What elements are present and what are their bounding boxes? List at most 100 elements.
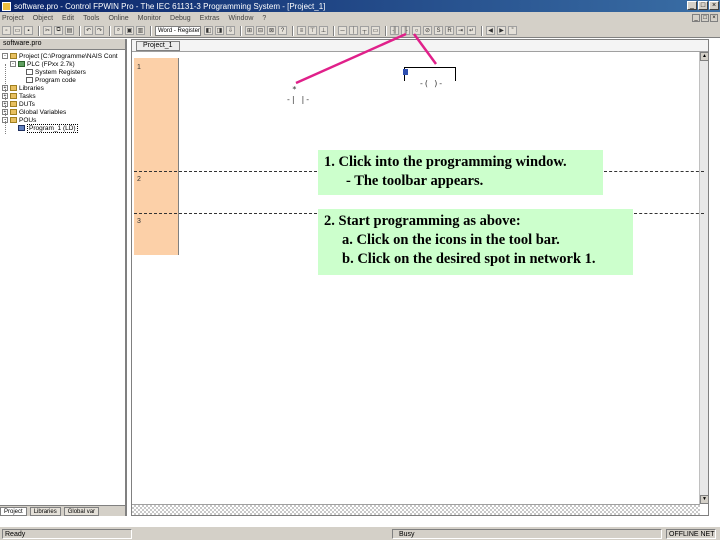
menu-edit[interactable]: Edit [62,15,74,22]
tab-libraries[interactable]: Libraries [29,506,61,516]
callout-1-line-2: - The toolbar appears. [346,173,484,189]
folder-icon [10,53,17,59]
menu-online[interactable]: Online [108,15,128,22]
ladder-editor[interactable]: Project_1 1 2 3 ▲ ▼ [131,39,709,516]
paste-icon[interactable]: ▤ [65,26,74,35]
output-var-icon[interactable]: ▶ [497,26,506,35]
doc-close-button[interactable]: × [710,14,718,22]
editor-tab-project-1[interactable]: Project_1 [136,41,180,51]
set-coil-icon[interactable]: S [434,26,443,35]
folder-icon [10,101,17,107]
comment-icon[interactable]: ” [508,26,517,35]
window-controls: _ □ × [687,1,719,10]
branch-icon[interactable]: ┬ [360,26,369,35]
callout-1-line-1: 1. Click into the programming window. [324,154,567,170]
redo-icon[interactable]: ↷ [95,26,104,35]
contact-no-icon[interactable]: ╢ [390,26,399,35]
toolbar-separator [38,25,40,36]
delete-network-icon[interactable]: ⊥ [319,26,328,35]
tab-project[interactable]: Project [0,506,27,516]
network-number-1[interactable]: 1 [137,64,141,71]
menu-help[interactable]: ? [262,15,266,22]
compile-icon[interactable]: ▣ [125,26,134,35]
close-button[interactable]: × [709,1,719,10]
power-rail [178,58,179,255]
minimize-button[interactable]: _ [687,1,697,10]
ld-icon[interactable]: ⊠ [267,26,276,35]
open-icon[interactable]: ▭ [13,26,22,35]
tree-item-libraries[interactable]: + Libraries [2,84,125,92]
tree-item-global-variables[interactable]: + Global Variables [2,108,125,116]
menu-monitor[interactable]: Monitor [138,15,161,22]
save-icon[interactable]: ▪ [24,26,33,35]
toolbar-separator [481,25,483,36]
menu-object[interactable]: Object [33,15,53,22]
tree-item-tasks[interactable]: + Tasks [2,92,125,100]
navigator-tabs: Project Libraries Global var [0,505,125,516]
tree-item-program-1[interactable]: Program_1 (LD) [2,123,125,133]
insert-network-icon[interactable]: ⊤ [308,26,317,35]
monitor-mode-combo[interactable]: Word - Register [155,25,201,36]
input-var-icon[interactable]: ◀ [486,26,495,35]
contact-nc-icon[interactable]: ╟ [401,26,410,35]
tree-item-label: PLC (FPxx 2.7k) [27,60,75,68]
tree-item-system-registers[interactable]: System Registers [2,68,125,76]
doc-minimize-button[interactable]: _ [692,14,700,22]
table-icon[interactable]: ⊟ [256,26,265,35]
cut-icon[interactable]: ✂ [43,26,52,35]
vertical-scrollbar[interactable]: ▲ ▼ [699,52,709,504]
build-icon[interactable]: ▥ [136,26,145,35]
collapse-icon[interactable]: - [2,53,8,59]
download-icon[interactable]: ⇩ [226,26,235,35]
network-number-2[interactable]: 2 [137,176,141,183]
find-icon[interactable]: ⌕ [114,26,123,35]
network-number-3[interactable]: 3 [137,218,141,225]
project-navigator: software.pro - Project [C:\Programme\NAI… [0,39,127,516]
status-ready: Ready [2,528,132,539]
scroll-up-icon[interactable]: ▲ [700,52,709,61]
tree-item-program-code[interactable]: Program code [2,76,125,84]
callout-2-line-3: b. Click on the desired spot in network … [342,251,596,267]
coil-icon[interactable]: ○ [412,26,421,35]
reset-coil-icon[interactable]: R [445,26,454,35]
function-icon[interactable]: ▭ [371,26,380,35]
contact-symbol[interactable]: -| |- [286,95,310,104]
maximize-button[interactable]: □ [698,1,708,10]
tree-item-project[interactable]: - Project [C:\Programme\NAIS Cont [2,52,125,60]
undo-icon[interactable]: ↶ [84,26,93,35]
menu-tools[interactable]: Tools [83,15,99,22]
network-separator [604,171,704,172]
jump-icon[interactable]: ⇥ [456,26,465,35]
return-icon[interactable]: ↵ [467,26,476,35]
toolbar-separator [292,25,294,36]
help-icon[interactable]: ? [278,26,287,35]
collapse-icon[interactable]: - [10,61,16,67]
variable-icon[interactable]: ⊞ [245,26,254,35]
copy-icon[interactable]: ⧉ [54,26,63,35]
status-busy: Busy [392,528,662,539]
folder-icon [10,109,17,115]
tree-item-plc[interactable]: - PLC (FPxx 2.7k) [2,60,125,68]
vertical-line-icon[interactable]: │ [349,26,358,35]
menu-extras[interactable]: Extras [200,15,220,22]
scroll-down-icon[interactable]: ▼ [700,495,709,504]
callout-step-1: 1. Click into the programming window. - … [318,150,603,195]
network-icon[interactable]: ≡ [297,26,306,35]
new-icon[interactable]: ▫ [2,26,11,35]
online-icon[interactable]: ◧ [204,26,213,35]
coil-negated-icon[interactable]: ⊘ [423,26,432,35]
tree-item-label: POUs [19,116,37,124]
tree-item-label: DUTs [19,100,35,108]
doc-restore-button[interactable]: □ [701,14,709,22]
monitor-icon[interactable]: ◨ [215,26,224,35]
tree-item-duts[interactable]: + DUTs [2,100,125,108]
network-separator [134,213,317,214]
tab-global-var[interactable]: Global var [63,506,100,516]
menu-project[interactable]: Project [2,15,24,22]
coil-symbol[interactable]: -( )- [419,79,443,88]
line-icon[interactable]: ─ [338,26,347,35]
horizontal-scrollbar[interactable] [132,504,700,515]
menu-debug[interactable]: Debug [170,15,191,22]
document-icon [26,69,33,75]
menu-window[interactable]: Window [229,15,254,22]
